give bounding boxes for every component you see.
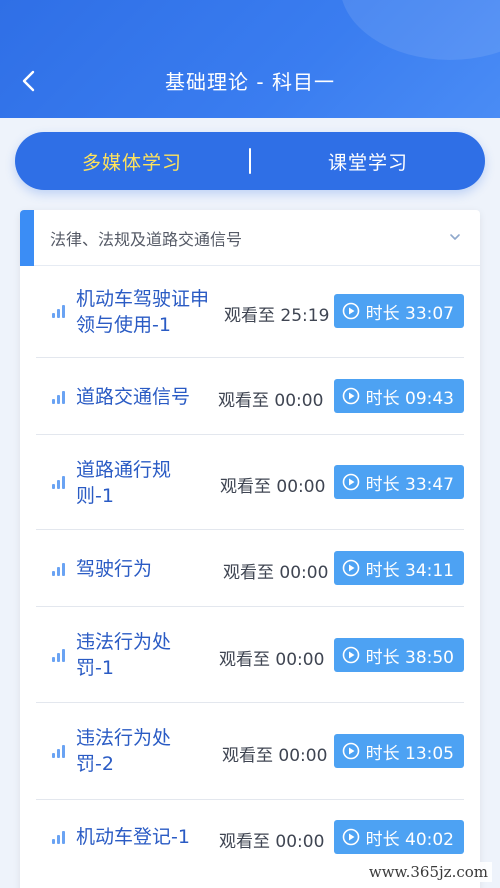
list-item[interactable]: 违法行为处罚-1 观看至 00:00 时长 38:50 xyxy=(36,607,464,703)
lesson-title: 违法行为处罚-1 xyxy=(76,631,172,679)
play-circle-icon xyxy=(342,559,359,577)
play-duration-button[interactable]: 时长 09:43 xyxy=(333,379,464,413)
section-title: 法律、法规及道路交通信号 xyxy=(50,229,243,249)
play-circle-icon xyxy=(342,828,359,846)
tab-classroom[interactable]: 课堂学习 xyxy=(251,148,485,175)
play-circle-icon xyxy=(342,387,359,405)
play-duration-button[interactable]: 时长 33:47 xyxy=(333,465,464,499)
duration-label: 时长 33:07 xyxy=(365,303,454,324)
list-item[interactable]: 道路交通信号 观看至 00:00 时长 09:43 xyxy=(36,358,464,435)
play-duration-button[interactable]: 时长 38:50 xyxy=(333,638,464,672)
duration-label: 时长 34:11 xyxy=(365,560,454,581)
lesson-panel: 法律、法规及道路交通信号 机动车驾驶证申领与使用-1 观看至 25:19 时长 … xyxy=(20,210,480,888)
list-item[interactable]: 机动车驾驶证申领与使用-1 观看至 25:19 时长 33:07 xyxy=(36,266,464,358)
signal-bars-icon xyxy=(52,475,66,489)
signal-bars-icon xyxy=(52,304,66,318)
signal-bars-icon xyxy=(52,562,66,576)
play-duration-button[interactable]: 时长 33:07 xyxy=(333,294,464,328)
signal-bars-icon xyxy=(52,648,66,662)
duration-label: 时长 40:02 xyxy=(365,829,454,850)
signal-bars-icon xyxy=(52,390,66,404)
study-mode-tabs: 多媒体学习 课堂学习 xyxy=(15,132,485,190)
list-item[interactable]: 驾驶行为 观看至 00:00 时长 34:11 xyxy=(36,530,464,607)
watched-progress: 观看至 00:00 xyxy=(219,650,325,670)
tab-multimedia[interactable]: 多媒体学习 xyxy=(15,148,249,175)
play-circle-icon xyxy=(342,646,359,664)
section-accent-bar xyxy=(20,210,34,266)
play-duration-button[interactable]: 时长 13:05 xyxy=(333,734,464,768)
watched-progress: 观看至 00:00 xyxy=(220,477,326,497)
lesson-title: 道路交通信号 xyxy=(76,386,191,408)
watched-progress: 观看至 25:19 xyxy=(224,306,330,326)
app-header: 基础理论 - 科目一 xyxy=(0,0,500,118)
lesson-title: 机动车驾驶证申领与使用-1 xyxy=(76,288,210,336)
list-item[interactable]: 道路通行规则-1 观看至 00:00 时长 33:47 xyxy=(36,435,464,530)
watched-progress: 观看至 00:00 xyxy=(219,832,325,852)
duration-label: 时长 13:05 xyxy=(365,743,454,764)
watched-progress: 观看至 00:00 xyxy=(222,746,328,766)
lesson-list: 机动车驾驶证申领与使用-1 观看至 25:19 时长 33:07 道路交通信号 … xyxy=(36,266,464,880)
list-item[interactable]: 违法行为处罚-2 观看至 00:00 时长 13:05 xyxy=(36,703,464,800)
signal-bars-icon xyxy=(52,830,66,844)
header-decoration xyxy=(340,0,500,60)
play-circle-icon xyxy=(342,473,359,491)
chevron-down-icon xyxy=(450,234,460,240)
play-circle-icon xyxy=(342,742,359,760)
duration-label: 时长 38:50 xyxy=(365,647,454,668)
play-circle-icon xyxy=(342,302,359,320)
duration-label: 时长 09:43 xyxy=(365,388,454,409)
watched-progress: 观看至 00:00 xyxy=(218,391,324,411)
duration-label: 时长 33:47 xyxy=(365,474,454,495)
play-duration-button[interactable]: 时长 40:02 xyxy=(333,820,464,854)
lesson-title: 违法行为处罚-2 xyxy=(76,727,172,775)
play-duration-button[interactable]: 时长 34:11 xyxy=(333,551,464,585)
lesson-title: 驾驶行为 xyxy=(76,558,153,580)
page-title: 基础理论 - 科目一 xyxy=(165,70,335,94)
lesson-title: 机动车登记-1 xyxy=(76,826,190,848)
signal-bars-icon xyxy=(52,744,66,758)
section-header[interactable]: 法律、法规及道路交通信号 xyxy=(20,210,480,266)
watermark: www.365jz.com xyxy=(364,862,492,882)
lesson-title: 道路通行规则-1 xyxy=(76,459,172,507)
watched-progress: 观看至 00:00 xyxy=(223,563,329,583)
